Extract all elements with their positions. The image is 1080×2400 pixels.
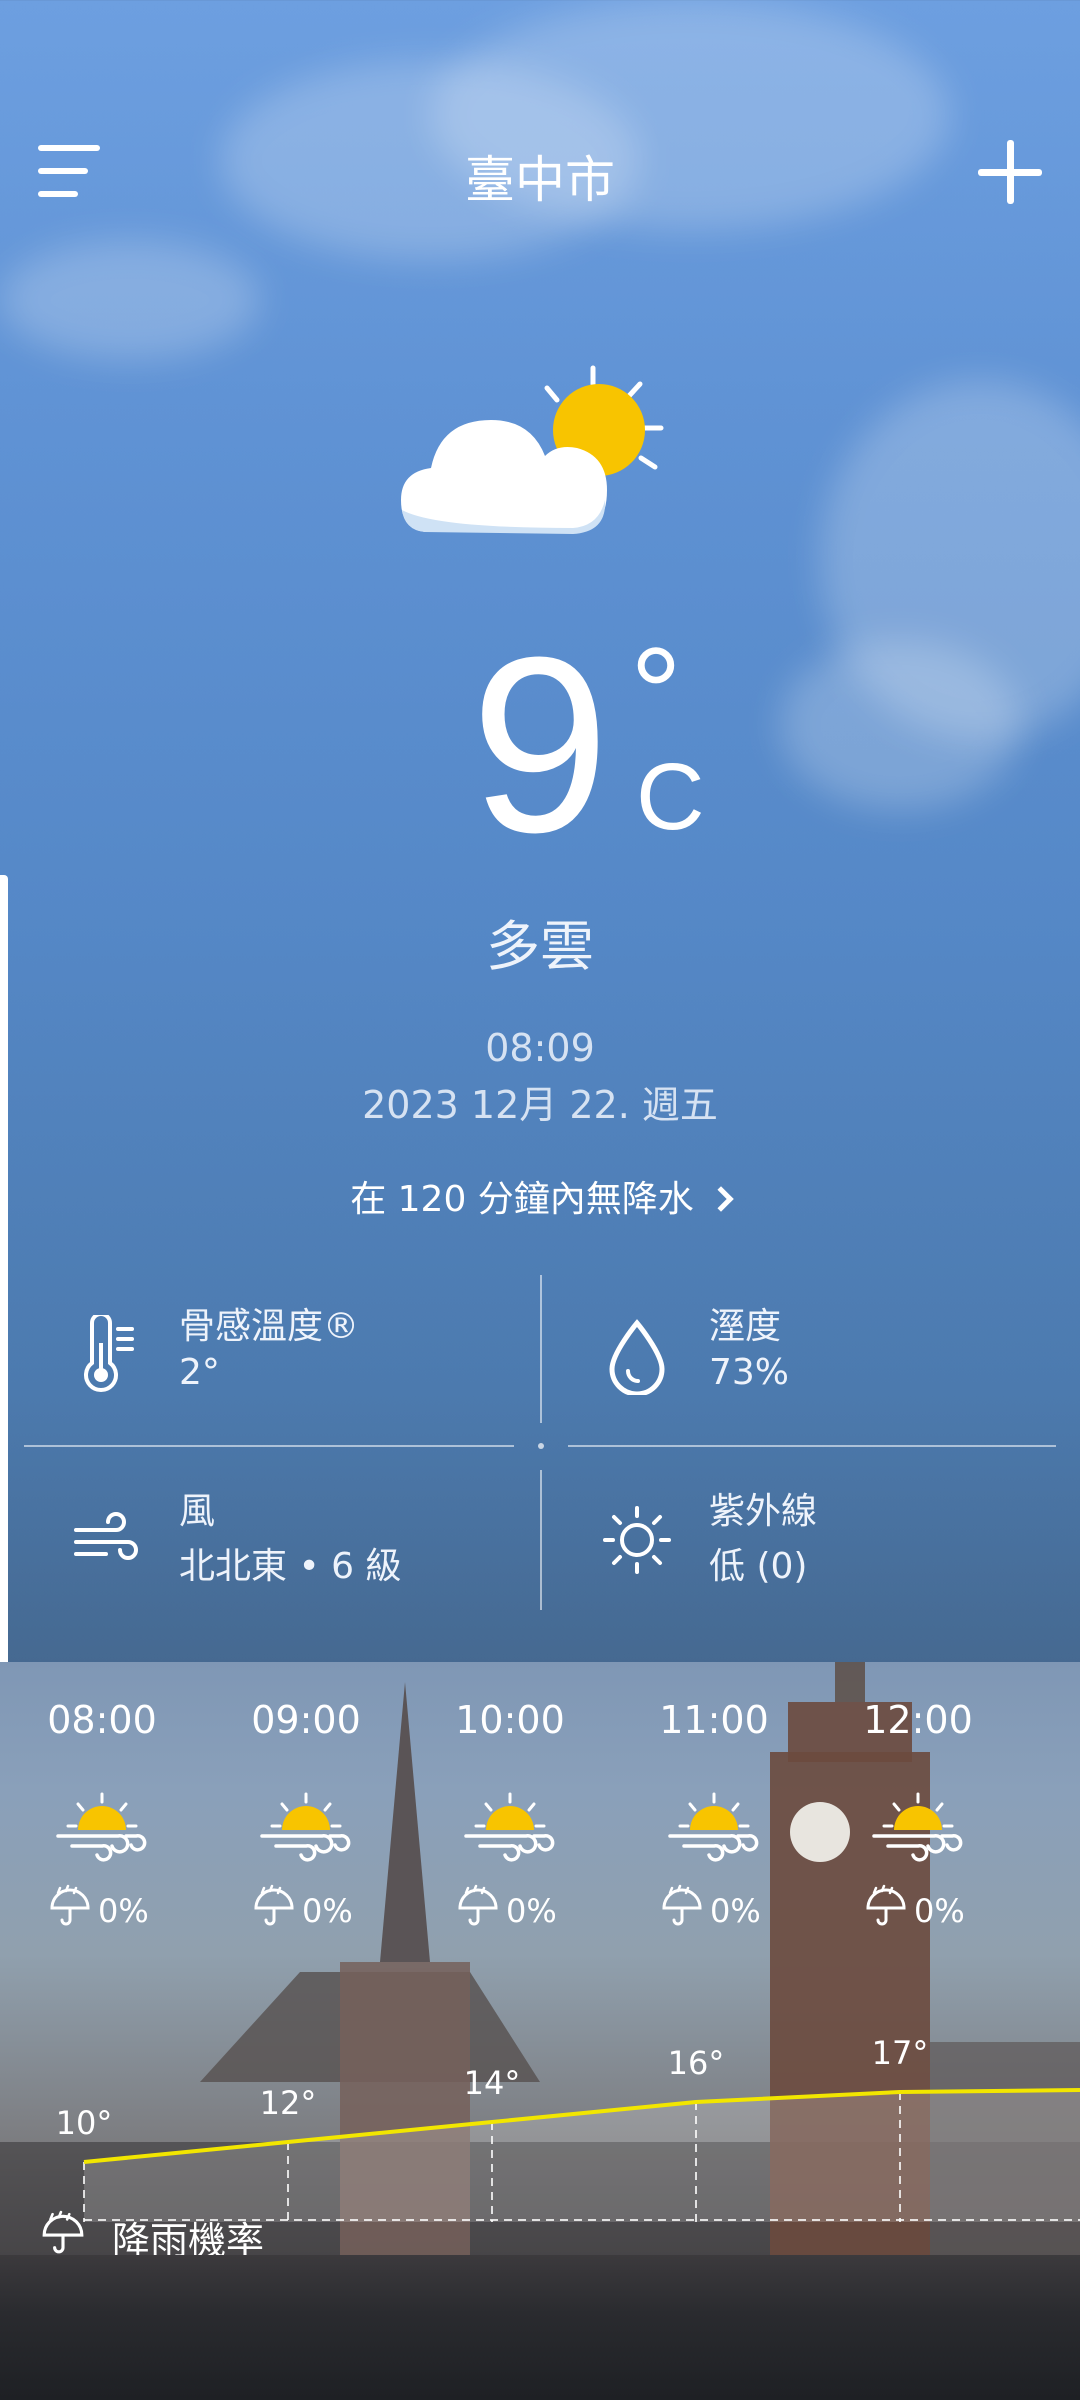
sunny-windy-icon [464, 1792, 555, 1862]
sunny-windy-icon [872, 1792, 963, 1862]
temperature-area [84, 2090, 1080, 2222]
hour-time: 09:00 [251, 1698, 361, 1742]
add-location-icon[interactable] [978, 140, 1042, 204]
umbrella-icon [50, 1884, 90, 1926]
current-temperature: 9 [0, 620, 1080, 870]
hour-temperature-label: 14° [464, 2064, 521, 2102]
hourly-temperature-chart: 10° 12° 14° 16° 17° [56, 2034, 1080, 2222]
sun-outline-icon [603, 1506, 671, 1574]
wind-icon [74, 1512, 138, 1560]
rain-percent: 0% [914, 1892, 965, 1930]
hour-temperature-label: 17° [872, 2034, 929, 2072]
umbrella-icon [458, 1884, 498, 1926]
sunny-windy-icon [668, 1792, 759, 1862]
precipitation-forecast-link[interactable]: 在 120 分鐘內無降水 [0, 1170, 1080, 1222]
uv-index-item[interactable]: 紫外線 低 (0) [554, 1460, 1054, 1620]
rain-chance: 0% [252, 1884, 362, 1934]
umbrella-icon [662, 1884, 702, 1926]
divider [540, 1275, 542, 1423]
update-date: 2023 12月 22. 週五 [362, 1083, 718, 1127]
rain-percent: 0% [710, 1892, 761, 1930]
hour-time: 12:00 [863, 1698, 973, 1742]
city-name[interactable]: 臺中市 [0, 140, 1080, 212]
hour-temperature-label: 16° [668, 2044, 725, 2082]
hour-temperature-label: 12° [260, 2084, 317, 2122]
feels-like-value: 2° [179, 1352, 220, 1393]
humidity-item[interactable]: 溼度 73% [554, 1275, 1054, 1435]
feels-like-item[interactable]: 骨感溫度® 2° [24, 1275, 524, 1435]
humidity-label: 溼度 [709, 1306, 782, 1347]
thermometer-icon [84, 1315, 134, 1392]
update-time: 08:09 [485, 1026, 595, 1070]
rain-chance: 0% [864, 1884, 974, 1934]
weather-details-grid: 骨感溫度® 2° 溼度 73% 風 北北東 • 6 級 紫外線 低 (0) [24, 1275, 1056, 1615]
sunny-windy-icon [56, 1792, 147, 1862]
temperature-value: 9 [470, 605, 610, 884]
rain-percent: 0% [98, 1892, 149, 1930]
hour-time: 10:00 [455, 1698, 565, 1742]
divider [24, 1445, 514, 1447]
hourly-forecast-panel[interactable]: 08:00 0% 09:00 0% 10:00 0% 11:00 0% 12:0… [0, 1662, 1080, 2312]
wind-item[interactable]: 風 北北東 • 6 級 [24, 1460, 524, 1620]
photo-bottom [0, 2255, 1080, 2400]
divider-dot [538, 1443, 544, 1449]
umbrella-icon [254, 1884, 294, 1926]
umbrella-icon [42, 2210, 84, 2254]
precipitation-forecast-text: 在 120 分鐘內無降水 [350, 1179, 694, 1220]
rain-percent: 0% [506, 1892, 557, 1930]
weather-condition: 多雲 [486, 915, 594, 978]
chevron-right-icon [708, 1186, 734, 1212]
temperature-unit: ° C [630, 628, 705, 850]
partly-cloudy-icon [401, 365, 664, 534]
divider [540, 1470, 542, 1610]
uv-label: 紫外線 [709, 1491, 818, 1532]
humidity-value: 73% [709, 1352, 790, 1393]
wind-label: 風 [179, 1491, 216, 1532]
top-app-bar: 臺中市 [0, 110, 1080, 230]
rain-chance: 0% [660, 1884, 770, 1934]
umbrella-icon [866, 1884, 906, 1926]
hour-time: 08:00 [47, 1698, 157, 1742]
unit-label: C [636, 744, 705, 850]
droplet-icon [609, 1319, 665, 1395]
feels-like-label: 骨感溫度® [179, 1306, 360, 1347]
divider [568, 1445, 1056, 1447]
uv-value: 低 (0) [709, 1546, 808, 1587]
sunny-windy-icon [260, 1792, 351, 1862]
hour-time: 11:00 [659, 1698, 769, 1742]
rain-chance: 0% [48, 1884, 158, 1934]
rain-chance: 0% [456, 1884, 566, 1934]
hour-temperature-label: 10° [56, 2104, 113, 2142]
wind-value: 北北東 • 6 級 [179, 1546, 402, 1587]
rain-percent: 0% [302, 1892, 353, 1930]
